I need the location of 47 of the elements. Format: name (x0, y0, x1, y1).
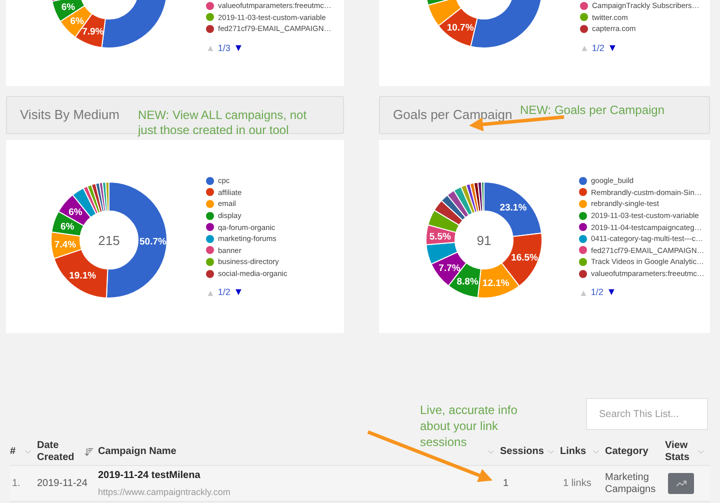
next-page-button[interactable]: ▼ (606, 288, 616, 298)
view-stats-button[interactable] (668, 473, 694, 494)
next-page-button[interactable]: ▼ (233, 44, 244, 54)
slice-label: 5.5% (429, 232, 451, 242)
annotation-text: NEW: View ALL campaigns, not just those created in our tool (138, 108, 308, 138)
campaign-url: https://www.campaigntrackly.com (98, 486, 232, 499)
slice-label: 16.5% (511, 252, 538, 264)
column-header[interactable]: View Stats (665, 440, 694, 464)
page-indicator: 1/2 (218, 286, 230, 300)
page-indicator: 1/2 (592, 42, 604, 55)
slice-label: 12.1% (482, 278, 510, 289)
line-chart-icon (676, 478, 686, 489)
slice-label: 19.1% (69, 270, 96, 282)
panel-title: Visits By Medium (20, 106, 120, 124)
slice-label: 7.7% (438, 262, 460, 274)
sort-icon[interactable] (84, 446, 94, 456)
table-cell-text: 1 (502, 477, 510, 491)
next-page-button[interactable]: ▼ (233, 288, 244, 298)
column-header[interactable]: Campaign Name (98, 446, 176, 458)
column-header[interactable]: Date Created (37, 440, 82, 464)
slice-label: 23.1% (500, 202, 527, 214)
column-header[interactable]: # (10, 446, 16, 458)
slice-label: 10.7% (446, 22, 474, 34)
table-cell-text: Marketing Campaigns (605, 472, 657, 496)
slice-label: 7.9% (82, 26, 104, 38)
table-cell-text: 2019-11-24 (37, 477, 88, 491)
slice-label: 7.4% (54, 240, 76, 251)
table-cell-text: 1. (11, 477, 22, 491)
slice-label: 8.8% (456, 276, 478, 288)
campaign-name: 2019-11-24 testMilena (98, 468, 202, 483)
column-header[interactable]: Sessions (500, 446, 544, 458)
column-header[interactable]: Links (560, 446, 586, 458)
next-page-button[interactable]: ▼ (607, 44, 618, 54)
slice-label: 6% (61, 2, 76, 13)
slice-label: 6% (68, 207, 82, 218)
search-field[interactable]: Search This List... (586, 398, 708, 430)
column-header[interactable]: Category (605, 446, 648, 458)
panel-title: Goals per Campaign (393, 106, 512, 124)
slice-label: 6% (60, 221, 74, 232)
table-cell-text: 1 links (562, 477, 592, 491)
slice-label: 6% (70, 16, 84, 27)
page-indicator: 1/2 (590, 286, 604, 300)
chart-total: 91 (476, 233, 492, 248)
slice-label: 50.7% (140, 236, 166, 248)
chart-total: 215 (98, 233, 120, 248)
page-indicator: 1/3 (218, 42, 230, 55)
annotation-text: NEW: Goals per Campaign (520, 102, 665, 119)
